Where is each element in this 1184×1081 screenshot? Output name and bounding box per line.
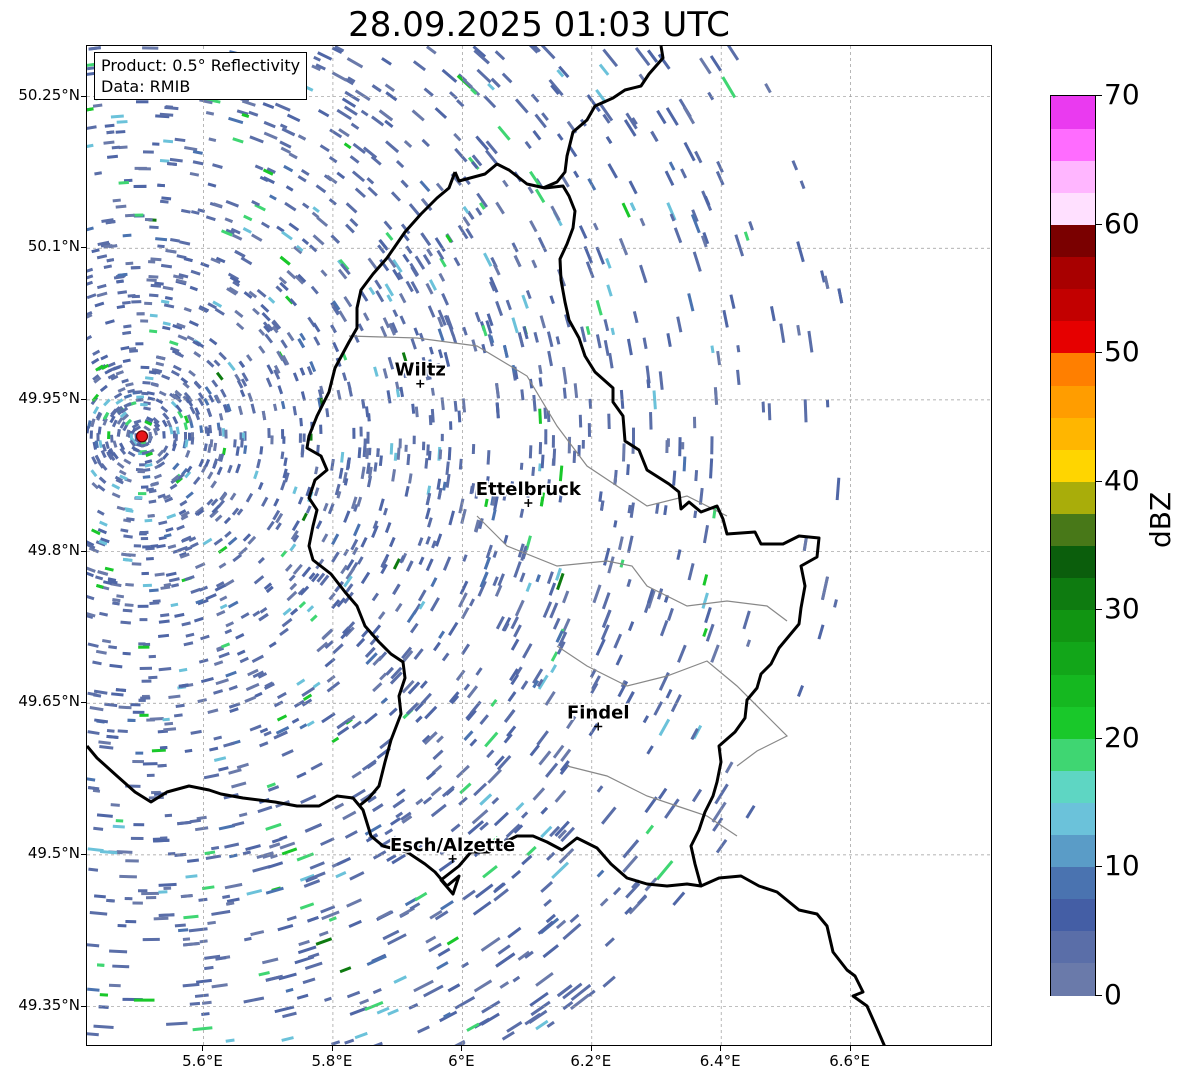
colorbar-segment [1051,417,1095,450]
colorbar-tick-mark [1096,352,1102,354]
radar-map-canvas[interactable]: Wiltz Ettelbruck Findel Esch/Alzette [87,46,992,1046]
colorbar [1050,95,1096,996]
colorbar-tick-label: 10 [1104,849,1140,883]
lat-tick-mark [81,550,86,552]
lon-tick-mark [202,1046,204,1051]
city-label: Findel [567,702,630,723]
city-label: Esch/Alzette [390,835,515,856]
lon-tick-mark [461,1046,463,1051]
lon-tick-label: 5.6°E [182,1052,223,1070]
colorbar-tick-label: 30 [1104,592,1140,626]
colorbar-tick-label: 0 [1104,978,1122,1011]
colorbar-tick-mark [1096,737,1102,739]
city-label: Wiltz [395,360,446,381]
colorbar-tick-mark [1096,480,1102,482]
colorbar-segment [1051,930,1095,964]
lat-tick-mark [81,853,86,855]
colorbar-tick-mark [1096,995,1102,996]
colorbar-segment [1051,288,1095,322]
lon-tick-mark [720,1046,722,1051]
colorbar-segment [1051,481,1095,514]
colorbar-segment [1051,160,1095,193]
colorbar-segment [1051,256,1095,290]
map-title: 28.09.2025 01:03 UTC [348,5,730,45]
colorbar-tick-mark [1096,866,1102,868]
lat-tick-label: 49.35°N [18,995,80,1014]
radar-map[interactable]: Wiltz Ettelbruck Findel Esch/Alzette [86,45,992,1046]
colorbar-tick-label: 40 [1104,463,1140,497]
city-label: Ettelbruck [476,479,582,500]
radar-site-marker[interactable] [135,430,149,443]
colorbar-segment [1051,449,1095,482]
lat-tick-mark [81,1005,86,1007]
lat-tick-label: 49.65°N [18,692,80,711]
colorbar-tick-label: 20 [1104,720,1140,754]
colorbar-tick-label: 50 [1104,335,1140,369]
colorbar-segment [1051,898,1095,932]
lat-tick-mark [81,398,86,400]
lat-tick-label: 50.1°N [27,237,80,256]
city-marker [416,379,425,388]
colorbar-segment [1051,866,1095,900]
city-marker [524,499,533,508]
colorbar-segment [1051,706,1095,739]
info-box: Product: 0.5° Reflectivity Data: RMIB [94,52,308,100]
lon-tick-label: 6°E [448,1052,475,1070]
colorbar-tick-label: 60 [1104,206,1140,240]
colorbar-tick-mark [1096,609,1102,611]
colorbar-segment [1051,641,1095,675]
lon-tick-label: 6.4°E [699,1052,741,1070]
colorbar-segment [1051,96,1095,129]
lon-tick-mark [331,1046,333,1051]
colorbar-segment [1051,320,1095,354]
reflectivity-echoes [87,46,844,1045]
lat-tick-mark [81,702,86,704]
colorbar-segment [1051,352,1095,386]
lat-tick-mark [81,95,86,97]
colorbar-segment [1051,192,1095,226]
colorbar-segment [1051,545,1095,579]
colorbar-segment [1051,770,1095,803]
colorbar-tick-mark [1096,223,1102,225]
colorbar-tick-mark [1096,95,1102,96]
colorbar-segment [1051,128,1095,161]
lat-tick-label: 50.25°N [18,85,80,104]
colorbar-segment [1051,673,1095,707]
colorbar-segment [1051,738,1095,771]
lat-tick-label: 49.5°N [27,843,80,862]
france-border-south [700,874,886,1045]
colorbar-label: dBZ [1144,491,1177,548]
colorbar-segment [1051,802,1095,836]
colorbar-segment [1051,962,1095,996]
colorbar-tick-label: 70 [1104,78,1140,111]
lon-tick-label: 6.2°E [570,1052,612,1070]
lon-tick-label: 5.8°E [311,1052,353,1070]
lon-tick-mark [590,1046,592,1051]
lat-tick-label: 49.95°N [18,388,80,407]
colorbar-segment [1051,224,1095,258]
product-label: Product: 0.5° Reflectivity [101,56,301,75]
colorbar-segment [1051,834,1095,868]
lon-tick-label: 6.6°E [829,1052,871,1070]
colorbar-segment [1051,384,1095,418]
colorbar-segment [1051,513,1095,547]
colorbar-segment [1051,577,1095,611]
colorbar-segment [1051,609,1095,643]
lat-tick-label: 49.8°N [27,540,80,559]
lat-tick-mark [81,247,86,249]
data-source-label: Data: RMIB [101,77,191,96]
borders [87,46,886,1045]
lon-tick-mark [849,1046,851,1051]
